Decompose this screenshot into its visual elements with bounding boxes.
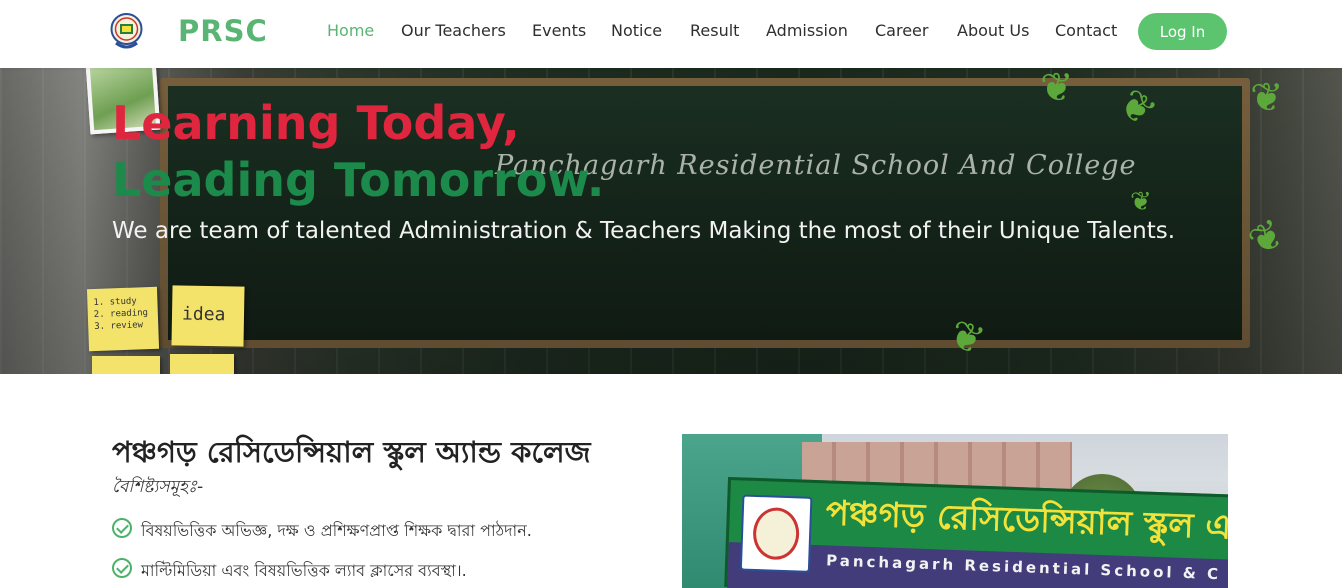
login-button[interactable]: Log In: [1138, 13, 1227, 50]
sticky-note-blank: [92, 356, 160, 374]
school-title-bengali: পঞ্চগড় রেসিডেন্সিয়াল স্কুল অ্যান্ড কলে…: [112, 435, 591, 469]
hero-subtitle: We are team of talented Administration &…: [112, 218, 1176, 244]
leaf-icon: ❦: [1250, 76, 1284, 120]
feature-text: বিষয়ভিত্তিক অভিজ্ঞ, দক্ষ ও প্রশিক্ষণপ্র…: [141, 521, 532, 540]
feature-text: মাল্টিমিডিয়া এবং বিষয়ভিত্তিক ল্যাব ক্ল…: [141, 561, 467, 580]
hero-heading-line1: Learning Today,: [112, 96, 520, 150]
check-circle-icon: [112, 518, 132, 538]
check-circle-icon: [112, 558, 132, 578]
nav-contact[interactable]: Contact: [1055, 21, 1117, 40]
nav-result[interactable]: Result: [690, 21, 739, 40]
school-building-photo: পঞ্চগড় রেসিডেন্সিয়াল স্কুল এন্ড ক Panc…: [682, 434, 1228, 588]
sticky-note-idea: idea: [171, 285, 245, 347]
nav-home[interactable]: Home: [327, 21, 374, 40]
photo-school-signboard: পঞ্চগড় রেসিডেন্সিয়াল স্কুল এন্ড ক Panc…: [724, 476, 1228, 588]
site-header: PRSC Home Our Teachers Events Notice Res…: [0, 0, 1342, 68]
nav-events[interactable]: Events: [532, 21, 586, 40]
brand-name[interactable]: PRSC: [178, 14, 268, 48]
nav-career[interactable]: Career: [875, 21, 928, 40]
nav-about-us[interactable]: About Us: [957, 21, 1029, 40]
nav-admission[interactable]: Admission: [766, 21, 848, 40]
nav-our-teachers[interactable]: Our Teachers: [401, 21, 506, 40]
leaf-icon: ❦: [1130, 186, 1152, 216]
sticky-note-study: 1. study 2. reading 3. review: [86, 286, 160, 352]
hero-heading-line2: Leading Tomorrow.: [112, 153, 605, 207]
school-logo-icon[interactable]: [110, 11, 143, 51]
nav-notice[interactable]: Notice: [611, 21, 662, 40]
sticky-note-blank: [170, 354, 234, 374]
signboard-seal-icon: [739, 494, 813, 573]
leaf-icon: ❦: [1040, 68, 1074, 110]
hero-banner: 1. study 2. reading 3. review idea ❦ ❦ ❦…: [0, 68, 1342, 374]
features-subtitle: বৈশিষ্ট্যসমূহঃ-: [112, 477, 204, 497]
